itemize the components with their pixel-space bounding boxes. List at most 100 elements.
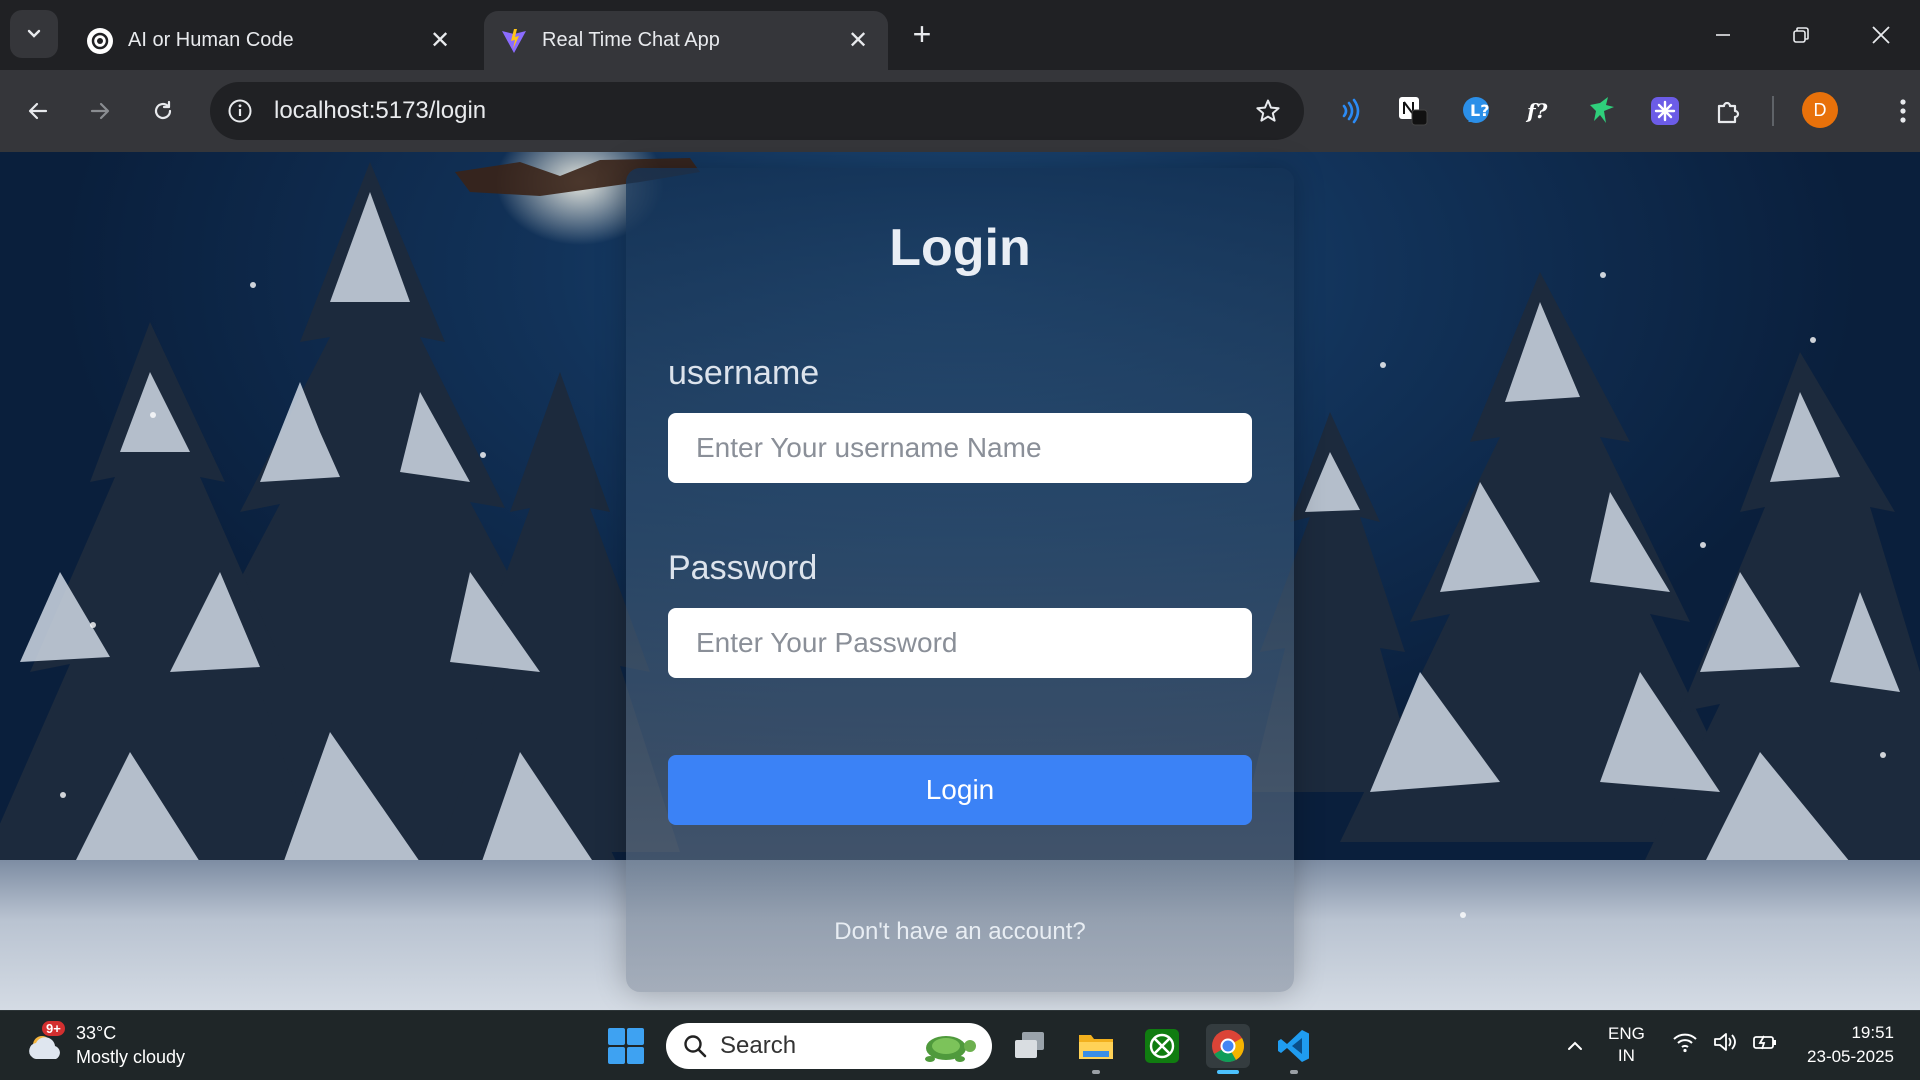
tab-real-time-chat-app[interactable]: Real Time Chat App ✕ [484,11,888,70]
file-explorer-button[interactable] [1074,1024,1118,1074]
system-tray[interactable] [1672,1031,1778,1053]
chevron-up-icon [1568,1041,1582,1050]
running-indicator [1290,1070,1298,1074]
chrome-icon [1212,1030,1245,1063]
windows-logo-tile [608,1047,625,1064]
kebab-menu-icon [1900,99,1906,123]
username-label: username [668,354,820,392]
login-card: Login username Password Login Don't have… [626,168,1294,992]
close-tab-icon[interactable]: ✕ [844,27,872,55]
read-aloud-icon[interactable] [1329,90,1371,132]
xbox-button[interactable] [1140,1024,1184,1068]
profile-avatar[interactable]: D [1802,92,1838,128]
url-text: localhost:5173/login [274,97,487,124]
restore-icon [1793,27,1809,43]
new-tab-button[interactable]: + [904,16,940,52]
weather-condition-text: Mostly cloudy [76,1047,186,1067]
snowflake [1880,752,1886,758]
show-hidden-icons-button[interactable] [1562,1033,1588,1059]
snowflake [60,792,66,798]
start-button[interactable] [608,1028,644,1064]
back-arrow-icon [28,102,48,120]
tab-title: AI or Human Code [128,29,294,51]
minimize-icon [1716,34,1730,36]
forward-button[interactable] [78,89,122,133]
windows-taskbar: 9+ 33°C Mostly cloudy Search ENG IN 19:5… [0,1010,1920,1080]
wifi-icon [1673,1033,1697,1053]
snowflake [90,622,96,628]
clock[interactable]: 19:51 23-05-2025 [1788,1021,1894,1069]
close-tab-icon[interactable]: ✕ [426,27,454,55]
task-view-button[interactable] [1008,1024,1052,1068]
chevron-down-icon [27,29,41,38]
windows-logo-tile [608,1028,625,1045]
language-code: ENG [1608,1024,1645,1043]
font-finder-icon[interactable]: f? [1518,90,1560,132]
date-text: 23-05-2025 [1807,1047,1894,1066]
puzzle-extensions-icon[interactable] [1707,90,1749,132]
monkey-extension-icon[interactable] [1581,90,1623,132]
svg-text:L?: L? [1470,101,1489,120]
notion-web-clipper-icon[interactable] [1392,90,1434,132]
active-indicator [1217,1070,1239,1074]
windows-logo-tile [627,1047,644,1064]
cloud-weather-icon: 9+ [24,1021,68,1067]
back-button[interactable] [16,89,60,133]
search-icon [684,1035,707,1058]
login-title: Login [889,219,1031,277]
language-indicator[interactable]: ENG IN [1608,1023,1645,1067]
task-view-icon [1015,1032,1044,1058]
tab-title: Real Time Chat App [542,29,720,51]
running-indicator [1092,1070,1100,1074]
snowflake [480,452,486,458]
weather-widget[interactable]: 9+ 33°C Mostly cloudy [24,1021,185,1069]
time-text: 19:51 [1851,1023,1894,1042]
battery-charging-icon [1753,1035,1776,1050]
signup-link[interactable]: Don't have an account? [626,918,1294,946]
temperature-text: 33°C [76,1023,117,1043]
windows-logo-tile [627,1028,644,1045]
openai-icon [86,27,114,55]
close-window-button[interactable] [1858,12,1904,58]
password-label: Password [668,549,818,587]
volume-icon [1714,1033,1736,1051]
reload-button[interactable] [141,89,185,133]
site-info-icon[interactable] [222,93,258,129]
browser-toolbar: localhost:5173/login L? f? [0,70,1920,152]
reload-icon [154,100,172,120]
forward-arrow-icon [90,102,110,120]
snowflake [1600,272,1606,278]
tab-ai-or-human-code[interactable]: AI or Human Code ✕ [70,11,470,70]
minimize-button[interactable] [1700,12,1746,58]
restore-button[interactable] [1778,12,1824,58]
folder-icon [1079,1035,1113,1059]
svg-text:f?: f? [1525,99,1548,123]
weather-badge: 9+ [42,1021,65,1036]
chrome-menu-button[interactable] [1882,90,1920,132]
snowflake [150,412,156,418]
close-icon [1872,26,1890,44]
sparkle-extension-icon[interactable] [1644,90,1686,132]
vite-icon [500,27,528,55]
bookmark-star-icon[interactable] [1248,91,1288,131]
region-code: IN [1617,1046,1635,1065]
taskbar-search-box[interactable]: Search [666,1023,992,1069]
vscode-icon [1278,1030,1309,1062]
snowflake [1810,337,1816,343]
vscode-button[interactable] [1272,1024,1316,1074]
password-input[interactable] [668,608,1252,678]
xbox-icon [1145,1029,1179,1063]
tab-strip: AI or Human Code ✕ Real Time Chat App ✕ … [0,0,1920,70]
language-tool-icon[interactable]: L? [1455,90,1497,132]
chrome-taskbar-button[interactable] [1206,1024,1250,1074]
login-button[interactable]: Login [668,755,1252,825]
tab-search-button[interactable] [10,10,58,58]
turtle-icon [925,1036,976,1062]
address-bar[interactable]: localhost:5173/login [210,82,1304,140]
snowflake [1380,362,1386,368]
toolbar-separator [1772,96,1774,126]
search-label: Search [720,1032,797,1059]
snowflake [1700,542,1706,548]
username-input[interactable] [668,413,1252,483]
snowflake [250,282,256,288]
